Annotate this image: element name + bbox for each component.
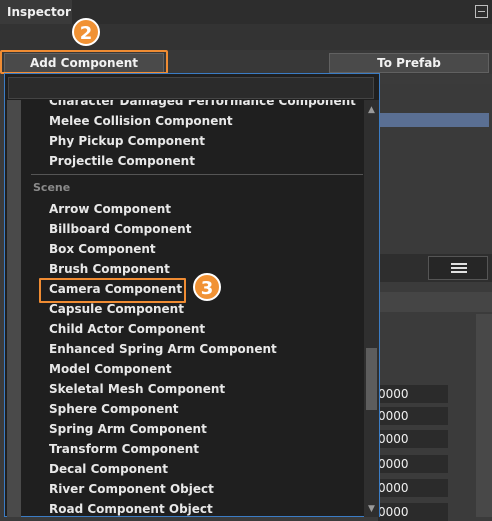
list-item[interactable]: Sphere Component bbox=[49, 401, 179, 417]
list-item[interactable]: Melee Collision Component bbox=[49, 113, 233, 129]
number-field[interactable]: 0000 bbox=[378, 503, 448, 521]
list-item[interactable]: Brush Component bbox=[49, 261, 170, 277]
list-item[interactable]: Capsule Component bbox=[49, 301, 184, 317]
number-field[interactable]: 0000 bbox=[378, 430, 448, 448]
list-item[interactable]: Spring Arm Component bbox=[49, 421, 207, 437]
list-item[interactable]: Phy Pickup Component bbox=[49, 133, 205, 149]
list-item[interactable]: Arrow Component bbox=[49, 201, 171, 217]
title-bar bbox=[0, 0, 492, 24]
step-badge-2: 2 bbox=[72, 18, 100, 46]
list-item[interactable]: Child Actor Component bbox=[49, 321, 205, 337]
list-item[interactable]: Skeletal Mesh Component bbox=[49, 381, 225, 397]
step-badge-3: 3 bbox=[193, 273, 221, 301]
list-item[interactable]: Transform Component bbox=[49, 441, 199, 457]
list-item[interactable]: Decal Component bbox=[49, 461, 168, 477]
pin-icon[interactable] bbox=[475, 5, 488, 18]
camera-component-highlight bbox=[39, 278, 186, 303]
list-item[interactable]: Projectile Component bbox=[49, 153, 195, 169]
selected-tree-row[interactable] bbox=[380, 113, 489, 127]
list-item[interactable]: Model Component bbox=[49, 361, 172, 377]
list-item[interactable]: Billboard Component bbox=[49, 221, 191, 237]
list-item[interactable]: Enhanced Spring Arm Component bbox=[49, 341, 277, 357]
details-section-header bbox=[378, 292, 492, 312]
component-search-input[interactable] bbox=[8, 77, 374, 99]
menu-button[interactable] bbox=[428, 256, 488, 280]
number-field[interactable]: 0000 bbox=[378, 455, 448, 473]
list-item[interactable]: River Component Object bbox=[49, 481, 214, 497]
number-field[interactable]: 0000 bbox=[378, 385, 448, 403]
list-item[interactable]: Character Damaged Performance Component bbox=[49, 100, 356, 109]
dropdown-scroll-thumb[interactable] bbox=[366, 348, 377, 410]
category-divider bbox=[31, 174, 363, 175]
list-item[interactable]: Box Component bbox=[49, 241, 156, 257]
add-component-highlight bbox=[0, 50, 168, 74]
category-label: Scene bbox=[33, 181, 71, 194]
number-field[interactable]: 0000 bbox=[378, 407, 448, 425]
scroll-up-icon[interactable]: ▲ bbox=[366, 106, 377, 115]
component-list: Character Damaged Performance Component … bbox=[21, 100, 364, 517]
component-tree-panel bbox=[378, 84, 492, 254]
list-item[interactable]: Road Component Object bbox=[49, 501, 213, 517]
dropdown-gutter bbox=[7, 100, 21, 517]
number-field[interactable]: 0000 bbox=[378, 479, 448, 497]
dropdown-scrollbar[interactable] bbox=[364, 100, 379, 517]
inspector-tab[interactable]: Inspector bbox=[0, 0, 72, 24]
scroll-down-icon[interactable]: ▼ bbox=[366, 505, 377, 514]
details-scrollbar[interactable] bbox=[476, 314, 492, 517]
to-prefab-button[interactable]: To Prefab bbox=[329, 53, 489, 73]
